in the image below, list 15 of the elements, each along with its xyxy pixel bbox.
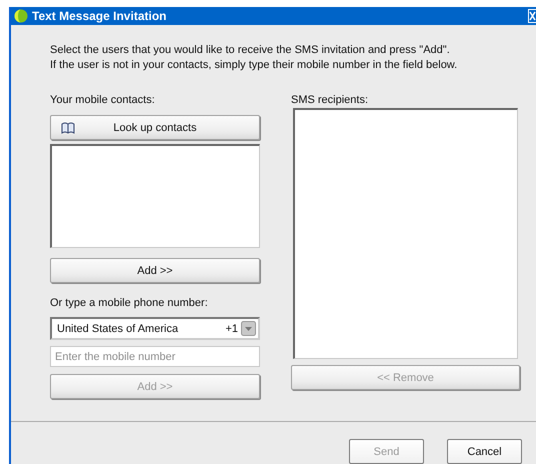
- contacts-label: Your mobile contacts:: [50, 93, 156, 108]
- mobile-number-field[interactable]: Enter the mobile number: [50, 346, 260, 368]
- window-title: Text Message Invitation: [32, 9, 168, 24]
- dialog-button[interactable]: Cancel: [447, 439, 522, 464]
- lookup-contacts-button[interactable]: Look up contacts: [50, 115, 260, 140]
- close-icon[interactable]: [528, 9, 536, 24]
- add-button[interactable]: Add >>: [50, 258, 260, 284]
- instruction-text: If the user is not in your contacts, simply type their mobile number in the field below.: [50, 58, 458, 74]
- instruction-text: Select the users that you would like to receive the SMS invitation and press "Add".: [50, 43, 451, 58]
- recipients-label: SMS recipients:: [291, 93, 370, 108]
- country-dropdown[interactable]: United States of America +1: [50, 317, 260, 340]
- contacts-list[interactable]: [50, 144, 260, 248]
- book-icon: [61, 122, 75, 134]
- phone-number-label: Or type a mobile phone number:: [50, 296, 209, 310]
- globe-icon: [14, 9, 28, 24]
